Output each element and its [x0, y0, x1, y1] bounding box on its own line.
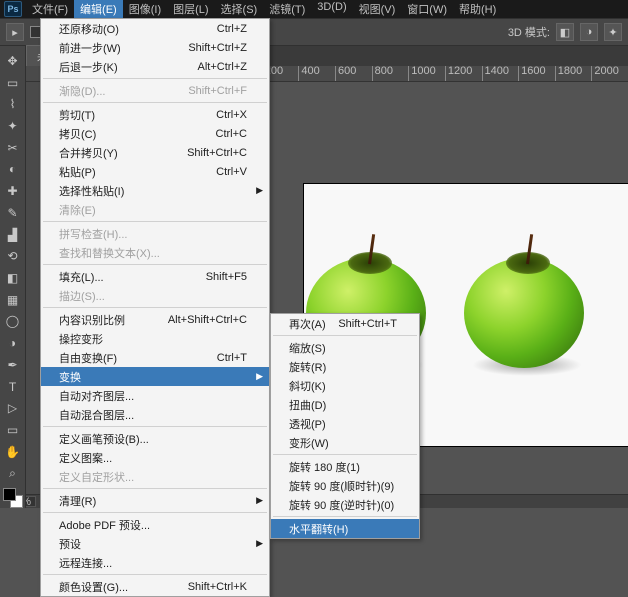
menu-item-颜色设置(G)...[interactable]: 颜色设置(G)...Shift+Ctrl+K: [41, 577, 269, 596]
menu-视图(V)[interactable]: 视图(V): [353, 0, 402, 19]
menu-item-水平翻转(H)[interactable]: 水平翻转(H): [271, 519, 419, 538]
menu-item-清理(R)[interactable]: 清理(R)▶: [41, 491, 269, 510]
3d-mode-icon-3[interactable]: ✦: [604, 23, 622, 41]
menu-item-预设[interactable]: 预设▶: [41, 534, 269, 553]
menu-图层(L)[interactable]: 图层(L): [167, 0, 214, 19]
gradient-tool[interactable]: ▦: [2, 290, 24, 310]
blur-tool[interactable]: ◯: [2, 312, 24, 332]
menu-item-自动混合图层...[interactable]: 自动混合图层...: [41, 405, 269, 424]
menu-item-旋转 90 度(逆时针)(0)[interactable]: 旋转 90 度(逆时针)(0): [271, 495, 419, 514]
zoom-tool[interactable]: ⌕: [2, 464, 24, 484]
menu-item-描边(S)...: 描边(S)...: [41, 286, 269, 305]
apple-2: [454, 234, 594, 384]
menu-编辑(E)[interactable]: 编辑(E): [74, 0, 123, 19]
menu-item-远程连接...[interactable]: 远程连接...: [41, 553, 269, 572]
menu-item-粘贴(P)[interactable]: 粘贴(P)Ctrl+V: [41, 162, 269, 181]
color-swatch[interactable]: [3, 488, 23, 508]
menu-item-自动对齐图层...[interactable]: 自动对齐图层...: [41, 386, 269, 405]
stamp-tool[interactable]: ▟: [2, 225, 24, 245]
crop-tool[interactable]: ✂: [2, 138, 24, 158]
menu-滤镜(T)[interactable]: 滤镜(T): [263, 0, 311, 19]
3d-mode-icon-1[interactable]: ◧: [556, 23, 574, 41]
dodge-tool[interactable]: ◑: [2, 333, 24, 353]
menu-item-还原移动(O)[interactable]: 还原移动(O)Ctrl+Z: [41, 19, 269, 38]
pen-tool[interactable]: ✒: [2, 355, 24, 375]
submenu-arrow-icon: ▶: [256, 371, 263, 382]
menu-item-透视(P)[interactable]: 透视(P): [271, 414, 419, 433]
wand-tool[interactable]: ✦: [2, 116, 24, 136]
menu-item-合并拷贝(Y)[interactable]: 合并拷贝(Y)Shift+Ctrl+C: [41, 143, 269, 162]
menu-item-定义图案...[interactable]: 定义图案...: [41, 448, 269, 467]
menu-item-剪切(T)[interactable]: 剪切(T)Ctrl+X: [41, 105, 269, 124]
eraser-tool[interactable]: ◧: [2, 268, 24, 288]
menu-item-旋转(R)[interactable]: 旋转(R): [271, 357, 419, 376]
lasso-tool[interactable]: ⌇: [2, 94, 24, 114]
marquee-tool[interactable]: ▭: [2, 73, 24, 93]
menu-item-旋转 90 度(顺时针)(9)[interactable]: 旋转 90 度(顺时针)(9): [271, 476, 419, 495]
menu-item-缩放(S)[interactable]: 缩放(S): [271, 338, 419, 357]
menu-item-旋转 180 度(1)[interactable]: 旋转 180 度(1): [271, 457, 419, 476]
menu-item-拷贝(C)[interactable]: 拷贝(C)Ctrl+C: [41, 124, 269, 143]
menu-item-查找和替换文本(X)...: 查找和替换文本(X)...: [41, 243, 269, 262]
menu-文件(F)[interactable]: 文件(F): [26, 0, 74, 19]
menu-item-Adobe PDF 预设...[interactable]: Adobe PDF 预设...: [41, 515, 269, 534]
menu-item-定义画笔预设(B)...[interactable]: 定义画笔预设(B)...: [41, 429, 269, 448]
submenu-arrow-icon: ▶: [256, 538, 263, 549]
submenu-arrow-icon: ▶: [256, 495, 263, 506]
menu-item-扭曲(D)[interactable]: 扭曲(D): [271, 395, 419, 414]
menu-item-变换[interactable]: 变换▶: [41, 367, 269, 386]
menu-item-拼写检查(H)...: 拼写检查(H)...: [41, 224, 269, 243]
history-brush-tool[interactable]: ⟲: [2, 246, 24, 266]
move-tool[interactable]: ✥: [2, 51, 24, 71]
menu-item-填充(L)...[interactable]: 填充(L)...Shift+F5: [41, 267, 269, 286]
menu-帮助(H)[interactable]: 帮助(H): [453, 0, 502, 19]
tools-panel: ✥▭⌇✦✂◐✚✎▟⟲◧▦◯◑✒T▷▭✋⌕: [0, 46, 26, 508]
healing-tool[interactable]: ✚: [2, 181, 24, 201]
menu-item-渐隐(D)...: 渐隐(D)...Shift+Ctrl+F: [41, 81, 269, 100]
brush-tool[interactable]: ✎: [2, 203, 24, 223]
menu-窗口(W)[interactable]: 窗口(W): [401, 0, 453, 19]
menu-item-变形(W)[interactable]: 变形(W): [271, 433, 419, 452]
3d-mode-label: 3D 模式:: [508, 24, 550, 40]
menu-item-前进一步(W)[interactable]: 前进一步(W)Shift+Ctrl+Z: [41, 38, 269, 57]
path-select-tool[interactable]: ▷: [2, 399, 24, 419]
eyedropper-tool[interactable]: ◐: [2, 160, 24, 180]
tool-preset-icon[interactable]: ▸: [6, 23, 24, 41]
menubar: Ps 文件(F)编辑(E)图像(I)图层(L)选择(S)滤镜(T)3D(D)视图…: [0, 0, 628, 18]
transform-submenu: 再次(A)Shift+Ctrl+T 缩放(S)旋转(R)斜切(K)扭曲(D)透视(…: [270, 313, 420, 539]
menu-item-定义自定形状...: 定义自定形状...: [41, 467, 269, 486]
menu-item-再次(A)[interactable]: 再次(A)Shift+Ctrl+T: [271, 314, 419, 333]
menu-item-内容识别比例[interactable]: 内容识别比例Alt+Shift+Ctrl+C: [41, 310, 269, 329]
3d-mode-icon-2[interactable]: ◑: [580, 23, 598, 41]
hand-tool[interactable]: ✋: [2, 442, 24, 462]
menu-item-操控变形[interactable]: 操控变形: [41, 329, 269, 348]
rectangle-tool[interactable]: ▭: [2, 420, 24, 440]
app-icon: Ps: [4, 1, 22, 17]
menu-item-清除(E): 清除(E): [41, 200, 269, 219]
menu-item-选择性粘贴(I)[interactable]: 选择性粘贴(I)▶: [41, 181, 269, 200]
menu-item-自由变换(F)[interactable]: 自由变换(F)Ctrl+T: [41, 348, 269, 367]
edit-menu: 还原移动(O)Ctrl+Z前进一步(W)Shift+Ctrl+Z后退一步(K)A…: [40, 18, 270, 597]
menu-3D(D)[interactable]: 3D(D): [311, 0, 352, 19]
menu-选择(S)[interactable]: 选择(S): [215, 0, 264, 19]
menu-图像(I)[interactable]: 图像(I): [123, 0, 167, 19]
type-tool[interactable]: T: [2, 377, 24, 397]
menu-item-斜切(K)[interactable]: 斜切(K): [271, 376, 419, 395]
submenu-arrow-icon: ▶: [256, 185, 263, 196]
menu-item-后退一步(K)[interactable]: 后退一步(K)Alt+Ctrl+Z: [41, 57, 269, 76]
